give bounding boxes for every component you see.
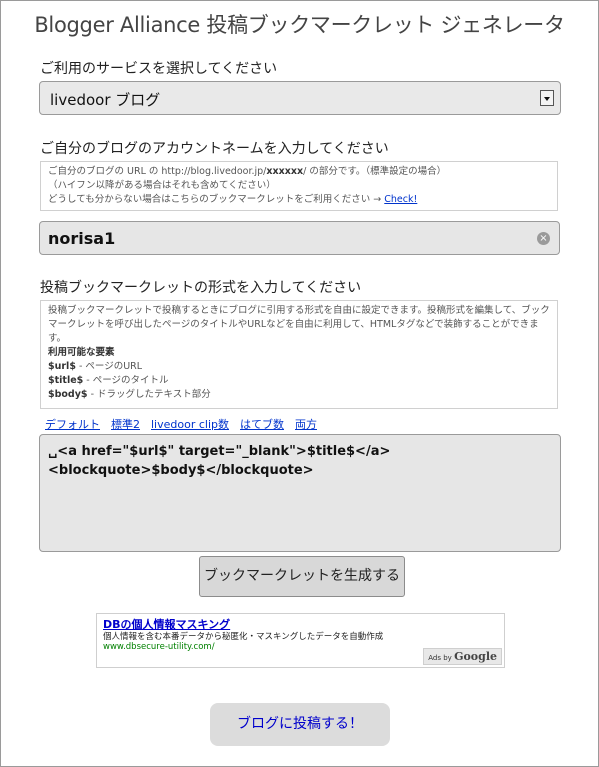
element-title: $title$ - ページのタイトル: [48, 375, 169, 386]
format-desc-line-3: す。: [48, 333, 67, 344]
account-heading: ご自分のブログのアカウントネームを入力してください: [40, 141, 389, 157]
ads-by-google[interactable]: Ads by Google: [423, 648, 502, 665]
ad-banner[interactable]: DBの個人情報マスキング 個人情報を含む本番データから秘匿化・マスキングしたデー…: [96, 613, 505, 668]
dropdown-arrow-icon[interactable]: [540, 90, 554, 106]
preset-hatebu[interactable]: はてブ数: [240, 418, 284, 431]
account-help-line-2: （ハイフン以降がある場合はそれも含めてください）: [48, 180, 276, 191]
ad-url: www.dbsecure-utility.com/: [103, 642, 215, 652]
preset-both[interactable]: 両方: [295, 418, 317, 431]
check-link[interactable]: Check!: [384, 194, 417, 205]
preset-links: デフォルト 標準2 livedoor clip数 はてブ数 両方: [45, 416, 328, 432]
post-to-blog-button[interactable]: ブログに投稿する！: [210, 703, 390, 746]
format-desc-line-2: マークレットを呼び出したページのタイトルやURLなどを自由に利用して、HTMLタ…: [48, 319, 539, 330]
service-heading: ご利用のサービスを選択してください: [40, 61, 278, 77]
service-select-value: livedoor ブログ: [50, 91, 161, 109]
elements-title: 利用可能な要素: [48, 347, 115, 358]
element-url: $url$ - ページのURL: [48, 361, 143, 372]
account-help: ご自分のブログの URL の http://blog.livedoor.jp/x…: [40, 161, 558, 211]
ad-description: 個人情報を含む本番データから秘匿化・マスキングしたデータを自動作成: [103, 632, 384, 642]
account-help-line-3: どうしても分からない場合はこちらのブックマークレットをご利用ください → Che…: [48, 194, 418, 205]
account-name-input[interactable]: norisa1 ×: [39, 221, 560, 255]
element-body: $body$ - ドラッグしたテキスト部分: [48, 389, 211, 400]
preset-default[interactable]: デフォルト: [45, 418, 100, 431]
template-line-1: ␣<a href="$url$" target="_blank">$title$…: [48, 444, 391, 459]
clear-icon[interactable]: ×: [537, 232, 550, 245]
account-name-value: norisa1: [48, 229, 116, 248]
template-line-2: <blockquote>$body$</blockquote>: [48, 463, 314, 478]
service-select[interactable]: livedoor ブログ: [39, 81, 561, 115]
format-description: 投稿ブックマークレットで投稿するときにブログに引用する形式を自由に設定できます。…: [40, 300, 558, 409]
page-title: Blogger Alliance 投稿ブックマークレット ジェネレータ: [34, 13, 565, 37]
account-help-line-1: ご自分のブログの URL の http://blog.livedoor.jp/x…: [48, 166, 447, 177]
generate-bookmarklet-button[interactable]: ブックマークレットを生成する: [199, 556, 405, 597]
format-desc-line-1: 投稿ブックマークレットで投稿するときにブログに引用する形式を自由に設定できます。…: [48, 305, 550, 316]
preset-livedoor-clip[interactable]: livedoor clip数: [151, 418, 229, 431]
format-textarea[interactable]: ␣<a href="$url$" target="_blank">$title$…: [39, 434, 561, 552]
format-heading: 投稿ブックマークレットの形式を入力してください: [40, 280, 362, 296]
preset-standard2[interactable]: 標準2: [111, 418, 140, 431]
